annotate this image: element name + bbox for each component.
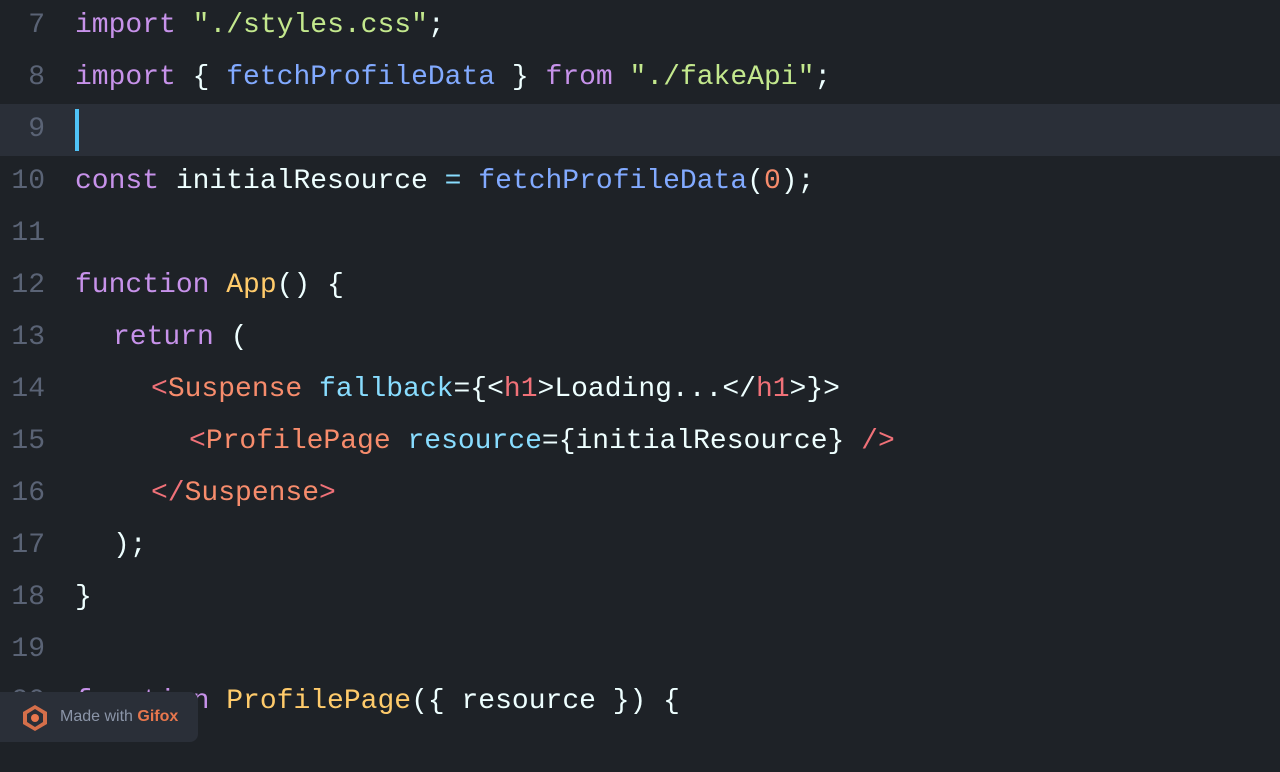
code-editor: 7import "./styles.css";8import { fetchPr… [0, 0, 1280, 772]
line-number: 16 [0, 468, 65, 520]
code-line: 16</Suspense> [0, 468, 1280, 520]
line-content: </Suspense> [65, 468, 1280, 520]
gifox-watermark: Made with Gifox [0, 692, 198, 742]
line-number: 13 [0, 312, 65, 364]
token: } [75, 572, 92, 624]
token: ); [113, 520, 147, 572]
code-line: 15<ProfilePage resource={initialResource… [0, 416, 1280, 468]
code-line: 7import "./styles.css"; [0, 0, 1280, 52]
code-line: 12function App() { [0, 260, 1280, 312]
token: = [445, 156, 462, 208]
code-line: 17); [0, 520, 1280, 572]
token: ProfilePage [226, 676, 411, 728]
token: ProfilePage [206, 416, 391, 468]
line-number: 19 [0, 624, 65, 676]
line-content: function App() { [65, 260, 1280, 312]
token: import [75, 0, 176, 52]
token: from [546, 52, 613, 104]
token: ={initialResource} [542, 416, 844, 468]
line-content: import { fetchProfileData } from "./fake… [65, 52, 1280, 104]
line-number: 12 [0, 260, 65, 312]
token [391, 416, 408, 468]
line-number: 10 [0, 156, 65, 208]
token: ; [428, 0, 445, 52]
token: ); [781, 156, 815, 208]
code-line: 11 [0, 208, 1280, 260]
watermark-text: Made with Gifox [60, 708, 178, 726]
token: initialResource [159, 156, 445, 208]
token [209, 260, 226, 312]
code-line: 10const initialResource = fetchProfileDa… [0, 156, 1280, 208]
code-line: 14<Suspense fallback={<h1>Loading...</h1… [0, 364, 1280, 416]
line-number: 11 [0, 208, 65, 260]
code-line: 19 [0, 624, 1280, 676]
code-line: 8import { fetchProfileData } from "./fak… [0, 52, 1280, 104]
token: ({ [411, 676, 461, 728]
token: fetchProfileData [226, 52, 495, 104]
line-number: 17 [0, 520, 65, 572]
token: "./styles.css" [193, 0, 428, 52]
token: { [176, 52, 226, 104]
line-number: 8 [0, 52, 65, 104]
token: ; [814, 52, 831, 104]
token: } [495, 52, 545, 104]
token: >Loading...</ [538, 364, 756, 416]
text-cursor [75, 109, 79, 151]
token: h1 [756, 364, 790, 416]
token: ={< [453, 364, 503, 416]
token: ( [747, 156, 764, 208]
token [613, 52, 630, 104]
token: const [75, 156, 159, 208]
token: ( [214, 312, 248, 364]
token: "./fakeApi" [630, 52, 815, 104]
line-content: } [65, 572, 1280, 624]
line-number: 9 [0, 104, 65, 156]
token: Suspense [168, 364, 302, 416]
token: () { [277, 260, 344, 312]
token: resource [462, 676, 596, 728]
token: /> [844, 416, 894, 468]
token: </ [151, 468, 185, 520]
token: function [75, 260, 209, 312]
token: import [75, 52, 176, 104]
token: App [226, 260, 276, 312]
line-content [65, 109, 1280, 151]
line-number: 14 [0, 364, 65, 416]
token [209, 676, 226, 728]
line-content: function ProfilePage({ resource }) { [65, 676, 1280, 728]
line-content: <Suspense fallback={<h1>Loading...</h1>}… [65, 364, 1280, 416]
token: Suspense [185, 468, 319, 520]
token: 0 [764, 156, 781, 208]
token: return [113, 312, 214, 364]
token: }) { [596, 676, 680, 728]
token: fetchProfileData [478, 156, 747, 208]
line-content: <ProfilePage resource={initialResource} … [65, 416, 1280, 468]
code-line: 9 [0, 104, 1280, 156]
token: h1 [504, 364, 538, 416]
line-content: return ( [65, 312, 1280, 364]
line-content: const initialResource = fetchProfileData… [65, 156, 1280, 208]
token: < [151, 364, 168, 416]
line-number: 18 [0, 572, 65, 624]
token [461, 156, 478, 208]
token [302, 364, 319, 416]
token: > [319, 468, 336, 520]
code-line: 13return ( [0, 312, 1280, 364]
token: < [189, 416, 206, 468]
token: >}> [790, 364, 840, 416]
token: resource [407, 416, 541, 468]
code-line: 18} [0, 572, 1280, 624]
token [176, 0, 193, 52]
line-number: 15 [0, 416, 65, 468]
gifox-icon [20, 702, 50, 732]
code-area: 7import "./styles.css";8import { fetchPr… [0, 0, 1280, 772]
line-content: import "./styles.css"; [65, 0, 1280, 52]
line-number: 7 [0, 0, 65, 52]
token: fallback [319, 364, 453, 416]
line-content: ); [65, 520, 1280, 572]
